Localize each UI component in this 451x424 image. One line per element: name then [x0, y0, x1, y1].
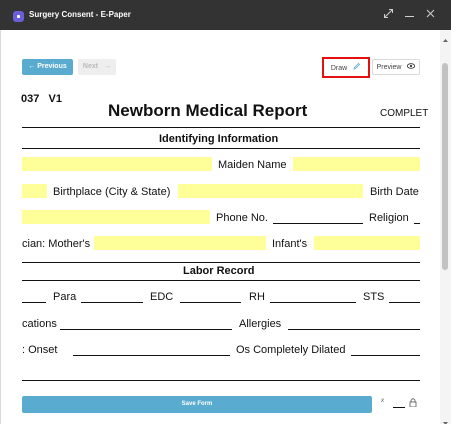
draw-label: Draw [330, 65, 348, 72]
divider-line [22, 148, 420, 149]
edc-field[interactable] [180, 302, 241, 303]
physician-label: cian: Mother's [22, 238, 91, 250]
para-field[interactable] [81, 302, 143, 303]
arrow-right-icon: → [104, 63, 112, 70]
preview-button[interactable]: Preview [372, 59, 420, 75]
notes-line[interactable] [22, 380, 420, 381]
previous-label: Previous [37, 63, 67, 70]
maiden-name-label: Maiden Name [218, 159, 287, 171]
minimize-line-icon[interactable] [402, 6, 416, 22]
complications-label: cations [22, 318, 57, 330]
edc-label: EDC [150, 291, 174, 303]
document-code: 037 V1 [21, 92, 62, 106]
scrollbar-thumb[interactable] [442, 63, 448, 270]
lock-icon [409, 398, 417, 409]
os-dilated-label: Os Completely Dilated [236, 344, 346, 356]
birth-date-label: Birth Date [370, 186, 419, 198]
minimize-icon[interactable] [381, 6, 395, 22]
gravida-field[interactable] [22, 302, 46, 303]
phone-field[interactable] [273, 223, 363, 224]
para-label: Para [53, 291, 77, 303]
religion-field[interactable] [414, 223, 420, 224]
pencil-icon [353, 59, 361, 78]
allergies-field[interactable] [288, 329, 420, 330]
rh-field[interactable] [270, 302, 356, 303]
infant-label: Infant's [272, 238, 308, 250]
divider-line [22, 280, 420, 281]
scroll-down-arrow-icon[interactable] [442, 414, 449, 424]
app-icon [13, 11, 24, 22]
sts-label: STS [363, 291, 385, 303]
allergies-label: Allergies [239, 318, 282, 330]
birthplace-field[interactable] [178, 184, 363, 198]
completed-label: COMPLET [380, 108, 429, 119]
section-labor-record: Labor Record [183, 265, 255, 277]
scroll-up-arrow-icon[interactable] [442, 31, 449, 42]
mother-physician-field[interactable] [94, 236, 266, 250]
section-identifying-information: Identifying Information [159, 133, 279, 145]
religion-label: Religion [369, 212, 409, 224]
draw-button[interactable]: Draw [322, 57, 370, 78]
rh-label: RH [249, 291, 265, 303]
arrow-left-icon: ← [28, 63, 36, 70]
document-title: Newborn Medical Report [108, 101, 308, 120]
birthplace-label: Birthplace (City & State) [53, 186, 171, 198]
onset-field[interactable] [73, 355, 230, 356]
os-dilated-field[interactable] [351, 355, 420, 356]
previous-button[interactable]: ← Previous [22, 59, 73, 75]
onset-label: : Onset [22, 344, 58, 356]
infant-physician-field[interactable] [314, 236, 420, 250]
form-code: 037 [21, 93, 40, 105]
sex-field[interactable] [22, 184, 47, 198]
footer-field[interactable] [393, 407, 405, 408]
sts-field[interactable] [389, 302, 420, 303]
next-label: Next [82, 63, 99, 70]
name-field[interactable] [22, 157, 212, 171]
window-title-bar: Surgery Consent - E-Paper [0, 0, 451, 30]
next-button[interactable]: Next → [78, 59, 116, 75]
phone-label: Phone No. [216, 212, 268, 224]
divider-line [22, 262, 420, 263]
close-icon[interactable] [423, 6, 437, 22]
maiden-name-field[interactable] [293, 157, 420, 171]
complications-field[interactable] [60, 329, 232, 330]
window-title: Surgery Consent - E-Paper [29, 10, 131, 19]
save-form-button[interactable]: Save Form [22, 396, 372, 413]
preview-label: Preview [376, 64, 402, 71]
divider-line [22, 127, 420, 128]
form-version: V1 [48, 93, 62, 105]
eye-icon [407, 60, 416, 75]
footer-x-label: x [381, 398, 384, 404]
dialog-body [0, 30, 451, 424]
address-field[interactable] [22, 210, 210, 224]
